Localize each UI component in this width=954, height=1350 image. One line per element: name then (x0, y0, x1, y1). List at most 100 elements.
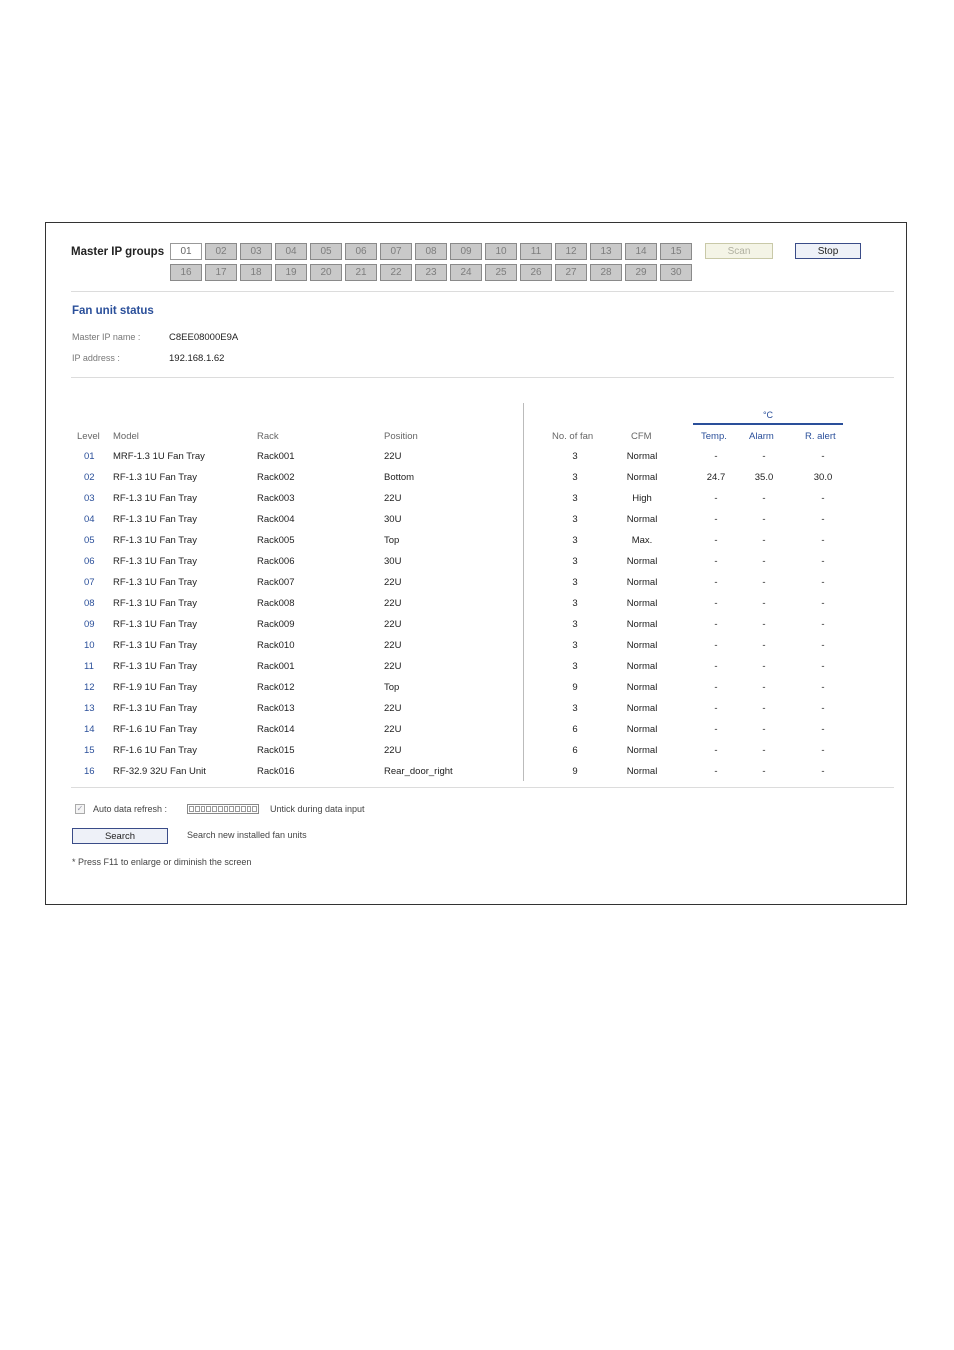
cell-level[interactable]: 16 (84, 766, 95, 777)
ip-group-button-25[interactable]: 25 (485, 264, 517, 281)
ip-group-button-12[interactable]: 12 (555, 243, 587, 260)
cell-rack: Rack010 (257, 640, 295, 651)
ip-group-button-30[interactable]: 30 (660, 264, 692, 281)
ip-group-button-13[interactable]: 13 (590, 243, 622, 260)
master-ip-name-label: Master IP name : (72, 332, 141, 342)
ip-group-button-17[interactable]: 17 (205, 264, 237, 281)
cell-no-of-fan: 3 (572, 619, 578, 630)
cell-level[interactable]: 12 (84, 682, 95, 693)
cell-no-of-fan: 3 (572, 451, 578, 462)
cell-level[interactable]: 14 (84, 724, 95, 735)
cell-rack: Rack009 (257, 619, 295, 630)
cell-cfm: Normal (626, 598, 658, 609)
cell-rack: Rack006 (257, 556, 295, 567)
cell-r-alert: - (821, 556, 825, 567)
cell-alarm: - (762, 493, 766, 504)
cell-level[interactable]: 10 (84, 640, 95, 651)
scan-button[interactable]: Scan (705, 243, 773, 259)
refresh-segment (240, 806, 246, 812)
cell-r-alert: - (821, 661, 825, 672)
header-position: Position (384, 431, 418, 442)
ip-group-button-20[interactable]: 20 (310, 264, 342, 281)
ip-group-button-27[interactable]: 27 (555, 264, 587, 281)
cell-temp: - (714, 682, 718, 693)
ip-group-button-01[interactable]: 01 (170, 243, 202, 260)
cell-model: MRF-1.3 1U Fan Tray (113, 451, 205, 462)
master-ip-name-value: C8EE08000E9A (169, 332, 239, 343)
cell-model: RF-1.3 1U Fan Tray (113, 472, 197, 483)
ip-group-button-23[interactable]: 23 (415, 264, 447, 281)
cell-model: RF-1.3 1U Fan Tray (113, 493, 197, 504)
cell-r-alert: - (821, 451, 825, 462)
ip-group-button-06[interactable]: 06 (345, 243, 377, 260)
ip-group-button-10[interactable]: 10 (485, 243, 517, 260)
cell-model: RF-1.3 1U Fan Tray (113, 703, 197, 714)
cell-level[interactable]: 07 (84, 577, 95, 588)
ip-group-button-08[interactable]: 08 (415, 243, 447, 260)
cell-temp: - (714, 493, 718, 504)
cell-level[interactable]: 02 (84, 472, 95, 483)
cell-level[interactable]: 04 (84, 514, 95, 525)
cell-level[interactable]: 13 (84, 703, 95, 714)
ip-group-button-28[interactable]: 28 (590, 264, 622, 281)
cell-cfm: Normal (626, 724, 658, 735)
cell-level[interactable]: 03 (84, 493, 95, 504)
refresh-segment (246, 806, 252, 812)
cell-alarm: - (762, 556, 766, 567)
divider (71, 291, 894, 292)
ip-group-button-24[interactable]: 24 (450, 264, 482, 281)
ip-group-button-19[interactable]: 19 (275, 264, 307, 281)
ip-group-button-29[interactable]: 29 (625, 264, 657, 281)
ip-group-button-14[interactable]: 14 (625, 243, 657, 260)
cell-position: 22U (384, 724, 402, 735)
cell-level[interactable]: 08 (84, 598, 95, 609)
cell-no-of-fan: 6 (572, 745, 578, 756)
cell-level[interactable]: 01 (84, 451, 95, 462)
ip-group-button-18[interactable]: 18 (240, 264, 272, 281)
ip-group-button-05[interactable]: 05 (310, 243, 342, 260)
stop-button[interactable]: Stop (795, 243, 861, 259)
cell-level[interactable]: 06 (84, 556, 95, 567)
ip-group-button-04[interactable]: 04 (275, 243, 307, 260)
cell-cfm: Normal (626, 682, 658, 693)
cell-temp: - (714, 598, 718, 609)
ip-group-button-03[interactable]: 03 (240, 243, 272, 260)
ip-group-button-07[interactable]: 07 (380, 243, 412, 260)
cell-alarm: - (762, 661, 766, 672)
cell-no-of-fan: 3 (572, 598, 578, 609)
ip-group-button-15[interactable]: 15 (660, 243, 692, 260)
cell-alarm: - (762, 724, 766, 735)
ip-group-button-16[interactable]: 16 (170, 264, 202, 281)
cell-rack: Rack002 (257, 472, 295, 483)
cell-no-of-fan: 3 (572, 493, 578, 504)
ip-group-button-26[interactable]: 26 (520, 264, 552, 281)
ip-group-button-22[interactable]: 22 (380, 264, 412, 281)
cell-cfm: Normal (626, 619, 658, 630)
search-button[interactable]: Search (72, 828, 168, 844)
auto-refresh-checkbox[interactable]: ✓ (75, 804, 85, 814)
cell-level[interactable]: 09 (84, 619, 95, 630)
search-description: Search new installed fan units (187, 830, 307, 840)
cell-level[interactable]: 05 (84, 535, 95, 546)
ip-group-button-11[interactable]: 11 (520, 243, 552, 260)
cell-level[interactable]: 15 (84, 745, 95, 756)
cell-model: RF-32.9 32U Fan Unit (113, 766, 206, 777)
cell-rack: Rack003 (257, 493, 295, 504)
cell-cfm: Max. (631, 535, 653, 546)
ip-group-button-09[interactable]: 09 (450, 243, 482, 260)
header-cfm: CFM (631, 431, 652, 442)
cell-no-of-fan: 3 (572, 514, 578, 525)
cell-cfm: Normal (626, 766, 658, 777)
refresh-segment (194, 806, 200, 812)
ip-group-button-02[interactable]: 02 (205, 243, 237, 260)
header-r-alert: R. alert (805, 431, 836, 442)
header-model: Model (113, 431, 139, 442)
cell-level[interactable]: 11 (84, 661, 94, 672)
f11-note: * Press F11 to enlarge or diminish the s… (72, 857, 252, 867)
cell-position: 22U (384, 619, 402, 630)
cell-cfm: Normal (626, 577, 658, 588)
untick-hint: Untick during data input (270, 804, 365, 814)
cell-model: RF-1.3 1U Fan Tray (113, 640, 197, 651)
ip-group-button-21[interactable]: 21 (345, 264, 377, 281)
cell-r-alert: - (821, 598, 825, 609)
